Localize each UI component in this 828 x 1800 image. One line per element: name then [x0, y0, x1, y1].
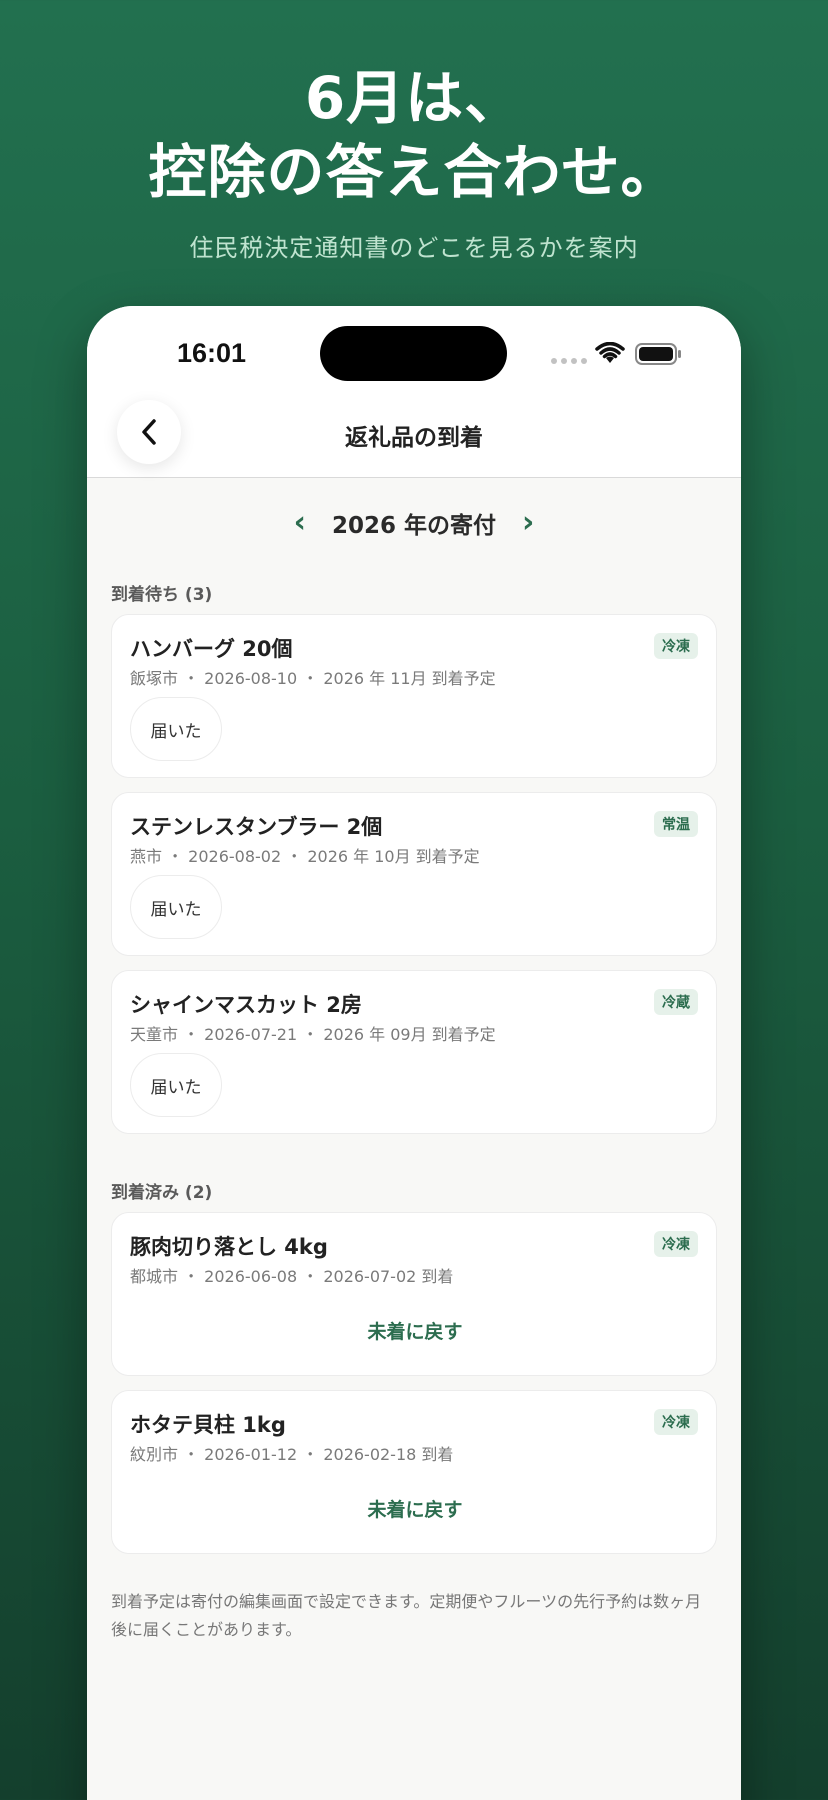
- pending-card: シャインマスカット 2房 天童市 ・ 2026-07-21 ・ 2026 年 0…: [111, 970, 717, 1134]
- item-meta: 天童市 ・ 2026-07-21 ・ 2026 年 09月 到着予定: [130, 1025, 496, 1044]
- signal-icon: [551, 358, 587, 364]
- item-name: ハンバーグ 20個: [130, 637, 293, 661]
- storage-badge: 冷凍: [654, 1409, 698, 1435]
- top-bar: 16:01 返礼品の到着: [87, 306, 741, 478]
- item-meta: 都城市 ・ 2026-06-08 ・ 2026-07-02 到着: [130, 1267, 454, 1286]
- wifi-icon: [595, 342, 625, 363]
- item-name: シャインマスカット 2房: [130, 993, 362, 1017]
- item-name: ステンレスタンブラー 2個: [130, 815, 383, 839]
- arrived-card: ホタテ貝柱 1kg 紋別市 ・ 2026-01-12 ・ 2026-02-18 …: [111, 1390, 717, 1554]
- pending-section-title: 到着待ち (3): [111, 585, 213, 605]
- mark-arrived-button[interactable]: 届いた: [130, 875, 222, 939]
- storage-badge: 冷凍: [654, 633, 698, 659]
- pending-card: ステンレスタンブラー 2個 燕市 ・ 2026-08-02 ・ 2026 年 1…: [111, 792, 717, 956]
- next-year-button[interactable]: ›: [522, 508, 534, 538]
- hero-headline-line2: 控除の答え合わせ。: [148, 138, 680, 206]
- mark-not-arrived-button[interactable]: 未着に戻す: [112, 1495, 718, 1522]
- storage-badge: 冷凍: [654, 1231, 698, 1257]
- prev-year-button[interactable]: ‹: [294, 508, 306, 538]
- mark-not-arrived-button[interactable]: 未着に戻す: [112, 1317, 718, 1344]
- hero-headline-line1: 6月は、: [304, 64, 524, 132]
- dynamic-island: [320, 326, 507, 381]
- storage-badge: 常温: [654, 811, 698, 837]
- hero-subtitle: 住民税決定通知書のどこを見るかを案内: [189, 234, 639, 262]
- item-name: ホタテ貝柱 1kg: [130, 1413, 286, 1437]
- battery-icon: [635, 343, 681, 365]
- item-name: 豚肉切り落とし 4kg: [130, 1235, 328, 1259]
- pending-card: ハンバーグ 20個 飯塚市 ・ 2026-08-10 ・ 2026 年 11月 …: [111, 614, 717, 778]
- year-label: 2026 年の寄付: [331, 513, 497, 539]
- footnote: 到着予定は寄付の編集画面で設定できます。定期便やフルーツの先行予約は数ヶ月後に届…: [111, 1592, 702, 1639]
- arrived-section-title: 到着済み (2): [111, 1183, 213, 1203]
- mark-arrived-button[interactable]: 届いた: [130, 1053, 222, 1117]
- storage-badge: 冷蔵: [654, 989, 698, 1015]
- phone-screen: 16:01 返礼品の到着 ‹ 2026 年の寄付 › 到着待ち (3) ハンバー…: [87, 306, 741, 1800]
- item-meta: 紋別市 ・ 2026-01-12 ・ 2026-02-18 到着: [130, 1445, 454, 1464]
- status-time: 16:01: [177, 338, 247, 368]
- page-title: 返礼品の到着: [345, 425, 483, 451]
- arrived-card: 豚肉切り落とし 4kg 都城市 ・ 2026-06-08 ・ 2026-07-0…: [111, 1212, 717, 1376]
- mark-arrived-button[interactable]: 届いた: [130, 697, 222, 761]
- item-meta: 飯塚市 ・ 2026-08-10 ・ 2026 年 11月 到着予定: [130, 669, 496, 688]
- year-selector: ‹ 2026 年の寄付 ›: [87, 506, 741, 540]
- item-meta: 燕市 ・ 2026-08-02 ・ 2026 年 10月 到着予定: [130, 847, 480, 866]
